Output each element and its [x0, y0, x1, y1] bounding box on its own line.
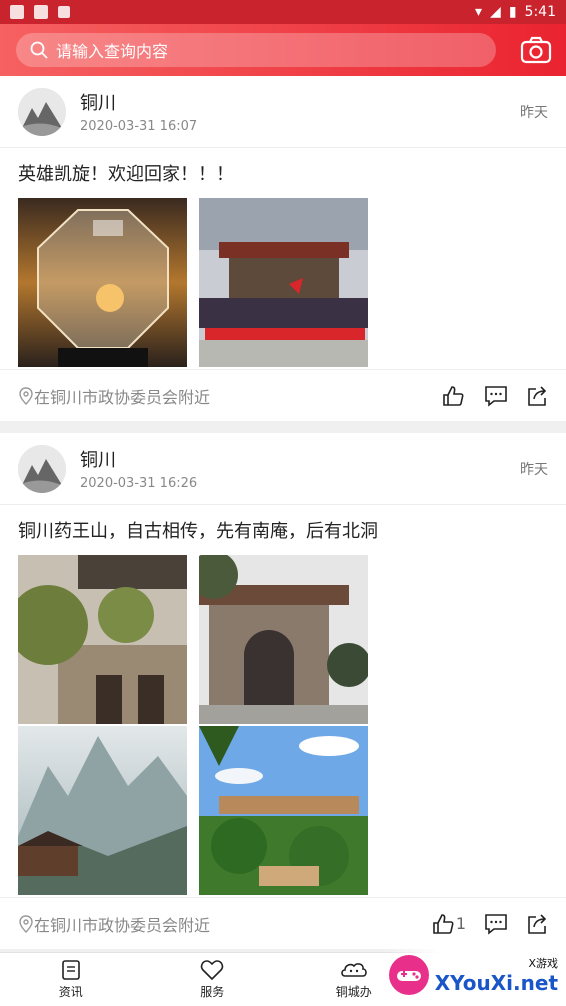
like-button[interactable]	[442, 385, 466, 407]
search-placeholder: 请输入查询内容	[56, 42, 169, 61]
post-header: 铜川 2020-03-31 16:07 昨天	[0, 76, 566, 148]
location-pin-icon	[19, 914, 33, 933]
post-header: 铜川 2020-03-31 16:26 昨天	[0, 433, 566, 505]
post-relative-time: 昨天	[520, 462, 548, 478]
post-image[interactable]	[18, 198, 187, 367]
post-text: 英雄凯旋！欢迎回家！！！	[18, 164, 234, 185]
gamepad-logo-icon	[388, 955, 429, 995]
avatar[interactable]	[18, 87, 66, 136]
watermark-small-text: X游戏	[528, 957, 558, 970]
post-location[interactable]: 在铜川市政协委员会附近	[18, 384, 210, 408]
post-card: 铜川 2020-03-31 16:26 昨天 铜川药王山，自古相传，先有南庵，后…	[0, 433, 566, 949]
camera-button[interactable]	[520, 34, 552, 66]
signal-icon: ◢	[490, 4, 501, 20]
post-image[interactable]	[199, 555, 368, 724]
like-button[interactable]: 1	[432, 913, 466, 935]
post-footer: 在铜川市政协委员会附近 1	[0, 897, 566, 949]
post-image[interactable]	[199, 726, 368, 895]
heart-icon	[201, 960, 224, 981]
post-image[interactable]	[18, 726, 187, 895]
watermark-big-text: XYouXi.net	[434, 971, 558, 995]
post-timestamp: 2020-03-31 16:26	[80, 476, 198, 491]
search-icon	[30, 41, 48, 59]
search-input[interactable]: 请输入查询内容	[16, 33, 496, 67]
tab-service[interactable]: 服务	[142, 953, 284, 1006]
tab-news[interactable]: 资讯	[0, 953, 142, 1006]
share-icon	[528, 385, 547, 406]
post-text: 铜川药王山，自古相传，先有南庵，后有北洞	[18, 521, 378, 542]
battery-icon: ▮	[508, 4, 517, 20]
comment-button[interactable]	[484, 913, 508, 935]
comment-button[interactable]	[484, 385, 508, 407]
post-timestamp: 2020-03-31 16:07	[80, 119, 198, 134]
post-card: 铜川 2020-03-31 16:07 昨天 英雄凯旋！欢迎回家！！！ 在铜川市…	[0, 76, 566, 421]
news-icon	[61, 960, 80, 980]
avatar[interactable]	[18, 444, 66, 493]
camera-icon	[520, 36, 552, 64]
comment-icon	[485, 385, 507, 407]
notification-icon	[34, 5, 48, 19]
comment-icon	[485, 913, 507, 935]
thumbs-up-icon	[433, 913, 454, 934]
post-author[interactable]: 铜川	[80, 89, 197, 115]
post-footer: 在铜川市政协委员会附近	[0, 369, 566, 421]
top-header: 请输入查询内容	[0, 24, 566, 76]
share-button[interactable]	[526, 385, 548, 407]
post-image[interactable]	[199, 198, 368, 367]
post-location[interactable]: 在铜川市政协委员会附近	[18, 912, 210, 936]
cloud-icon	[340, 963, 367, 977]
notification-icon	[10, 5, 24, 19]
notification-icon	[58, 6, 70, 18]
post-images	[0, 555, 566, 895]
thumbs-up-icon	[443, 385, 464, 406]
status-time: 5:41	[524, 4, 556, 20]
like-count: 1	[455, 914, 466, 933]
post-image[interactable]	[18, 555, 187, 724]
wifi-icon: ▾	[475, 4, 483, 20]
share-icon	[528, 913, 547, 934]
status-bar: ▾ ◢ ▮ 5:41	[0, 0, 566, 24]
location-pin-icon	[19, 386, 33, 405]
watermark: X游戏 XYouXi.net	[386, 944, 566, 1006]
share-button[interactable]	[526, 913, 548, 935]
post-relative-time: 昨天	[520, 105, 548, 121]
feed: 铜川 2020-03-31 16:07 昨天 英雄凯旋！欢迎回家！！！ 在铜川市…	[0, 76, 566, 961]
post-images	[0, 198, 566, 367]
post-author[interactable]: 铜川	[80, 446, 197, 472]
